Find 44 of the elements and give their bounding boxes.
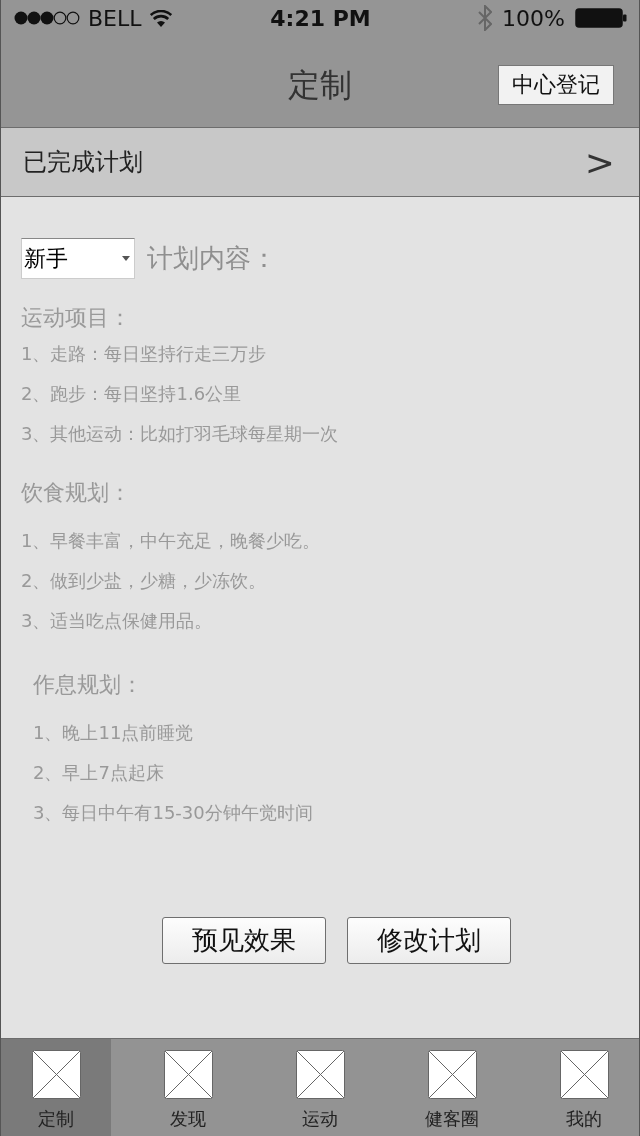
section-heading: 饮食规划： [21,479,131,507]
tab-bar-item[interactable]: 发现 [133,1039,243,1136]
wifi-icon [149,9,172,27]
completed-plans-row[interactable]: 已完成计划 > [1,128,639,197]
chevron-text: > [584,141,615,183]
plan-item: 2、做到少盐，少糖，少冻饮。 [21,569,267,593]
tab-label: 定制 [38,1107,74,1131]
image-placeholder-icon [427,1050,477,1099]
carrier-name: BELL [88,5,142,31]
plan-content-label: 计划内容： [147,242,277,275]
plan-item: 1、晚上11点前睡觉 [33,721,194,745]
plan-item: 2、早上7点起床 [33,761,164,785]
plan-item: 3、其他运动：比如打羽毛球每星期一次 [21,422,339,446]
tab-bar-item[interactable]: 我的 [529,1039,639,1136]
caret-icon [122,256,130,261]
registration-button[interactable]: 中心登记 [498,65,614,105]
section-heading: 运动项目： [21,304,131,332]
image-placeholder-icon [31,1050,81,1099]
plan-item: 3、适当吃点保健用品。 [21,609,213,633]
image-placeholder-icon [163,1050,213,1099]
tab-label: 发现 [170,1107,206,1131]
tab-bar-item[interactable]: 定制 [1,1039,111,1136]
battery-icon [575,8,627,28]
section-heading: 作息规划： [33,671,143,699]
image-placeholder-icon [559,1050,609,1099]
tab-bar-item[interactable]: 健客圈 [397,1039,507,1136]
tab-label: 我的 [566,1107,602,1131]
edit-plan-button[interactable]: 修改计划 [347,917,511,964]
image-placeholder-icon [295,1050,345,1099]
signal-strength-icon [14,10,80,26]
tab-label: 运动 [302,1107,338,1131]
level-select[interactable]: 新手 [21,238,135,279]
row-label: 已完成计划 [23,147,143,178]
clock-time: 4:21 PM [270,5,371,31]
plan-item: 2、跑步：每日坚持1.6公里 [21,382,242,406]
battery-percentage: 100% [502,5,565,31]
page-title: 定制 [288,64,352,106]
bluetooth-icon [478,5,493,31]
plan-item: 3、每日中午有15-30分钟午觉时间 [33,801,313,825]
tab-bar-item[interactable]: 运动 [265,1039,375,1136]
tab-label: 健客圈 [425,1107,479,1131]
preview-button[interactable]: 预见效果 [162,917,326,964]
plan-item: 1、走路：每日坚持行走三万步 [21,342,267,366]
plan-item: 1、早餐丰富，中午充足，晚餐少吃。 [21,529,321,553]
